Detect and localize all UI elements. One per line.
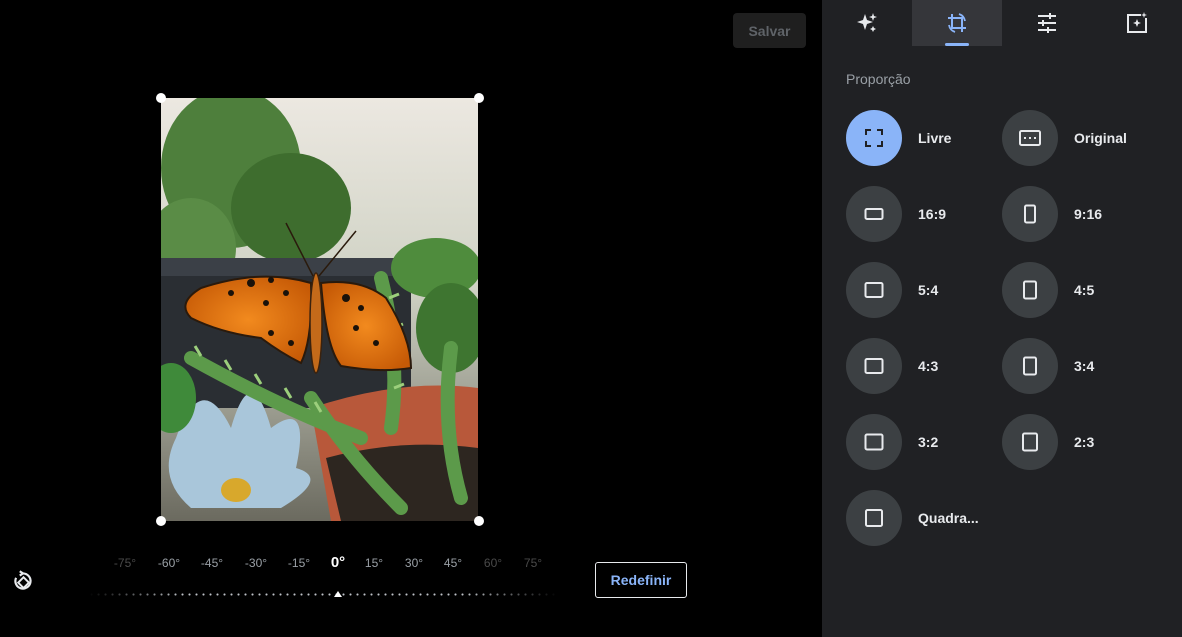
tab-crop-rotate[interactable]: [912, 0, 1002, 46]
aspect-option-2-3[interactable]: 2:3: [1002, 414, 1094, 470]
landscape-icon: [846, 186, 902, 242]
tick-label: -75°: [113, 556, 137, 570]
sliders-icon: [1038, 13, 1056, 33]
tab-adjust[interactable]: [1002, 0, 1092, 46]
aspect-option-16-9[interactable]: 16:9: [846, 186, 946, 242]
aspect-option-5-4[interactable]: 5:4: [846, 262, 938, 318]
reset-button[interactable]: Redefinir: [595, 562, 687, 598]
aspect-option-3-2[interactable]: 3:2: [846, 414, 938, 470]
crop-handle-bottom-right[interactable]: [474, 516, 484, 526]
butterfly-photo: [161, 98, 478, 521]
tick-label: -60°: [157, 556, 181, 570]
portrait-icon: [1002, 338, 1058, 394]
tick-label: -15°: [287, 556, 311, 570]
aspect-option-label: 4:5: [1074, 282, 1095, 298]
rotation-ticks: [88, 593, 558, 596]
active-tab-indicator: [945, 43, 969, 46]
aspect-option-label: 16:9: [918, 206, 947, 222]
portrait-icon: [1002, 186, 1058, 242]
rotation-indicator: [334, 591, 342, 597]
aspect-option-free[interactable]: Livre: [846, 110, 951, 166]
free-crop-icon: [846, 110, 902, 166]
photo-editor-canvas: Salvar -75° -60° -45° -30° -15° 0° 15° 3…: [0, 0, 822, 637]
aspect-option-label: Original: [1074, 130, 1127, 146]
aspect-option-label: Livre: [918, 130, 952, 146]
aspect-option-original[interactable]: Original: [1002, 110, 1127, 166]
aspect-option-3-4[interactable]: 3:4: [1002, 338, 1094, 394]
aspect-option-square[interactable]: Quadra...: [846, 490, 979, 546]
landscape-icon: [846, 414, 902, 470]
aspect-option-label: 9:16: [1074, 206, 1103, 222]
crop-handle-top-left[interactable]: [156, 93, 166, 103]
aspect-option-label: 2:3: [1074, 434, 1095, 450]
current-angle: 0°: [330, 554, 346, 571]
section-title: Proporção: [846, 71, 911, 87]
rotation-slider[interactable]: -75° -60° -45° -30° -15° 0° 15° 30° 45° …: [88, 548, 558, 608]
tick-label: 45°: [443, 556, 463, 570]
photo-preview[interactable]: [161, 98, 478, 521]
tick-label: 75°: [523, 556, 543, 570]
crop-handle-bottom-left[interactable]: [156, 516, 166, 526]
aspect-option-label: 4:3: [918, 358, 939, 374]
tick-label: 30°: [404, 556, 424, 570]
aspect-option-4-5[interactable]: 4:5: [1002, 262, 1094, 318]
tick-label: -45°: [200, 556, 224, 570]
filters-icon: [1127, 12, 1147, 33]
aspect-option-label: 3:4: [1074, 358, 1095, 374]
landscape-icon: [846, 338, 902, 394]
tab-auto-enhance[interactable]: [822, 0, 912, 46]
portrait-icon: [1002, 262, 1058, 318]
original-aspect-icon: [1002, 110, 1058, 166]
landscape-icon: [846, 262, 902, 318]
aspect-option-label: 3:2: [918, 434, 939, 450]
rotate-icon[interactable]: [10, 568, 36, 594]
tool-tabs: [822, 0, 1182, 46]
crop-handle-top-right[interactable]: [474, 93, 484, 103]
tick-label: 15°: [364, 556, 384, 570]
save-button[interactable]: Salvar: [733, 13, 806, 48]
portrait-icon: [1002, 414, 1058, 470]
aspect-option-9-16[interactable]: 9:16: [1002, 186, 1102, 242]
aspect-option-label: Quadra...: [918, 510, 979, 526]
tab-filters[interactable]: [1092, 0, 1182, 46]
tick-label: -30°: [244, 556, 268, 570]
square-icon: [846, 490, 902, 546]
aspect-option-4-3[interactable]: 4:3: [846, 338, 938, 394]
aspect-option-label: 5:4: [918, 282, 939, 298]
tick-label: 60°: [483, 556, 503, 570]
crop-rotate-icon: [948, 13, 966, 33]
edit-panel: Proporção Livre Original 16:9 9:16 5:4 4…: [822, 0, 1182, 637]
sparkles-icon: [857, 13, 877, 32]
